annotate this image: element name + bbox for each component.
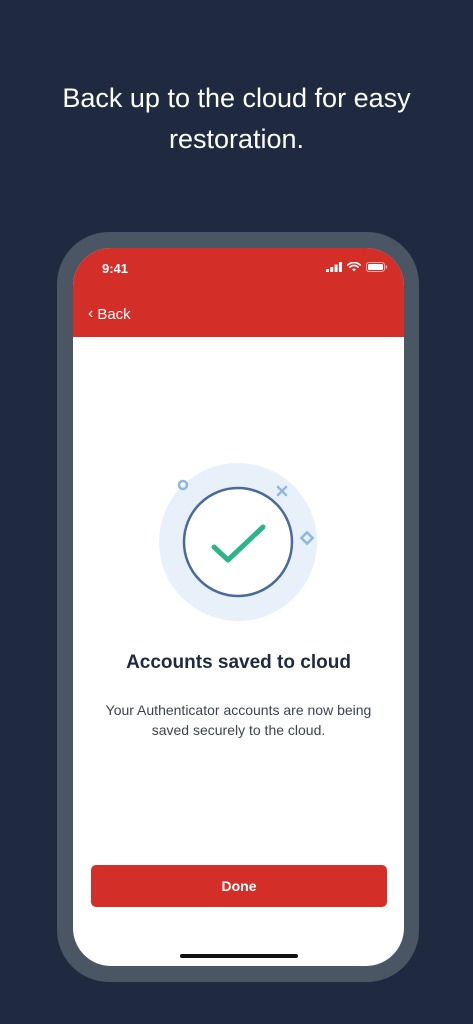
status-icons [326,262,388,272]
home-indicator [180,954,298,958]
sparkle-circle-icon [177,479,189,491]
wifi-icon [347,262,361,272]
status-time: 9:41 [102,261,129,276]
done-button[interactable]: Done [91,865,387,907]
success-illustration [159,463,317,621]
battery-icon [366,262,388,272]
phone-screen: 9:41 ‹ Back Accounts saved to cloud Your… [73,248,404,966]
app-bar: 9:41 ‹ Back [73,248,404,337]
marketing-headline: Back up to the cloud for easy restoratio… [62,83,411,154]
page-title: Accounts saved to cloud [126,652,351,673]
signal-icon [326,262,342,272]
done-label: Done [221,878,257,894]
back-label: Back [97,306,131,323]
chevron-left-icon: ‹ [88,305,94,322]
page-description: Your Authenticator accounts are now bein… [105,702,372,738]
back-button[interactable]: ‹ Back [88,305,131,324]
outline-circle [182,486,294,598]
app-store-screenshot: Back up to the cloud for easy restoratio… [0,0,473,1024]
